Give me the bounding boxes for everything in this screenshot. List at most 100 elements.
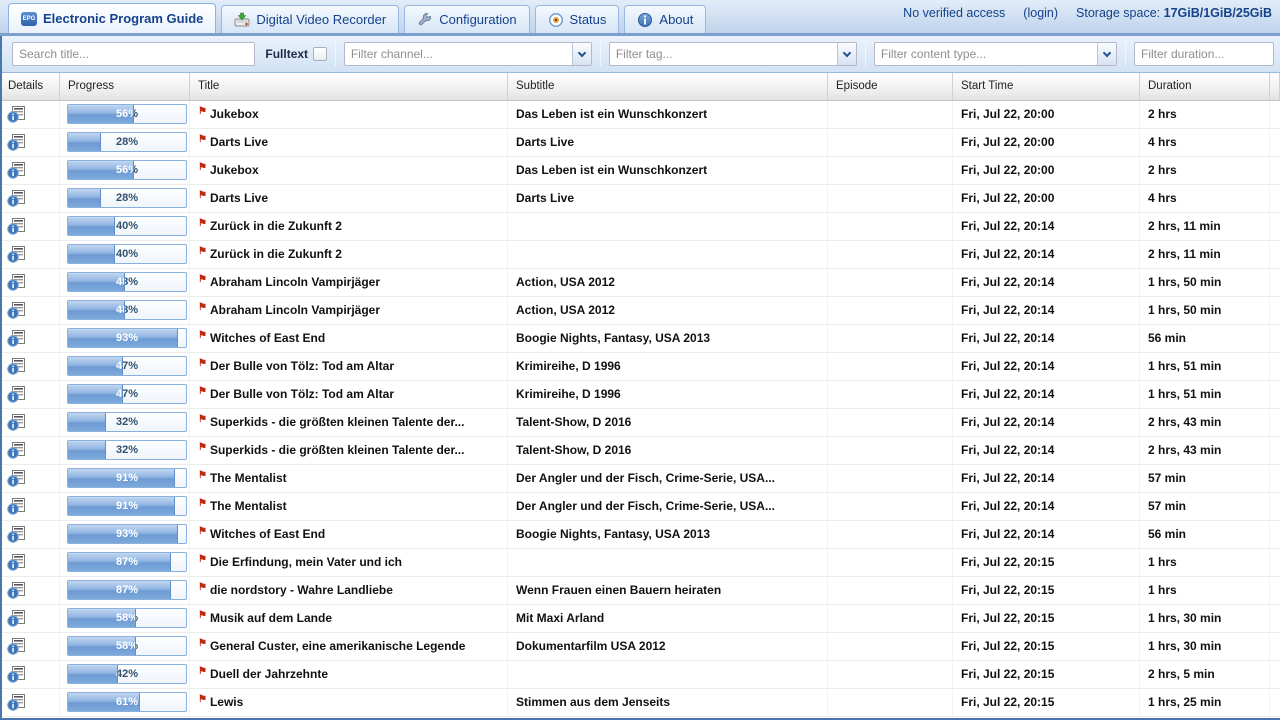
- tab-status[interactable]: Status: [535, 5, 620, 33]
- filter-tag-input[interactable]: [610, 43, 842, 65]
- search-title-input[interactable]: [12, 42, 255, 66]
- tab-digital-video-recorder[interactable]: Digital Video Recorder: [221, 5, 399, 33]
- epg-row[interactable]: 58% 58% ⚑Musik auf dem Lande Mit Maxi Ar…: [0, 605, 1280, 633]
- details-info-icon[interactable]: [7, 246, 26, 263]
- programme-title: Superkids - die größten kleinen Talente …: [210, 443, 465, 457]
- duration-cell: 1 hrs, 51 min: [1140, 353, 1270, 380]
- details-info-icon[interactable]: [7, 358, 26, 375]
- column-header-title[interactable]: Title: [190, 73, 508, 100]
- start-time-cell: Fri, Jul 22, 20:15: [953, 605, 1140, 632]
- epg-row[interactable]: 93% 93% ⚑Witches of East End Boogie Nigh…: [0, 325, 1280, 353]
- progress-percent-label-overlay: 58%: [68, 637, 136, 655]
- duration-cell: 2 hrs: [1140, 101, 1270, 128]
- epg-row[interactable]: 87% 87% ⚑Die Erfindung, mein Vater und i…: [0, 549, 1280, 577]
- epg-row[interactable]: 32% 32% ⚑Superkids - die größten kleinen…: [0, 409, 1280, 437]
- epg-row[interactable]: 48% 48% ⚑Abraham Lincoln Vampirjäger Act…: [0, 269, 1280, 297]
- content-type-dropdown-trigger[interactable]: [1097, 43, 1116, 65]
- start-time-cell: Fri, Jul 22, 20:14: [953, 325, 1140, 352]
- column-header-duration[interactable]: Duration: [1140, 73, 1270, 100]
- epg-row[interactable]: 42% 42% ⚑Duell der Jahrzehnte Fri, Jul 2…: [0, 661, 1280, 689]
- episode-cell: [828, 213, 953, 240]
- epg-row[interactable]: 48% 48% ⚑Abraham Lincoln Vampirjäger Act…: [0, 297, 1280, 325]
- programme-title: die nordstory - Wahre Landliebe: [210, 583, 393, 597]
- start-time-cell: Fri, Jul 22, 20:00: [953, 185, 1140, 212]
- subtitle-cell: Darts Live: [508, 185, 828, 212]
- login-link[interactable]: (login): [1023, 6, 1058, 20]
- details-info-icon[interactable]: [7, 442, 26, 459]
- epg-application: EPG Electronic Program Guide Digital Vid…: [0, 0, 1280, 720]
- progress-bar-fill: 58%: [68, 637, 136, 655]
- epg-row[interactable]: 87% 87% ⚑die nordstory - Wahre Landliebe…: [0, 577, 1280, 605]
- filler-cell: [1270, 185, 1280, 212]
- details-info-icon[interactable]: [7, 330, 26, 347]
- details-info-icon[interactable]: [7, 582, 26, 599]
- channel-dropdown-trigger[interactable]: [572, 43, 591, 65]
- details-info-icon[interactable]: [7, 274, 26, 291]
- details-info-icon[interactable]: [7, 610, 26, 627]
- column-header-progress[interactable]: Progress: [60, 73, 190, 100]
- subtitle-cell: Stimmen aus dem Jenseits: [508, 689, 828, 716]
- topbar-right: No verified access (login) Storage space…: [903, 0, 1272, 33]
- epg-row[interactable]: 47% 47% ⚑Der Bulle von Tölz: Tod am Alta…: [0, 353, 1280, 381]
- epg-row[interactable]: 61% 61% ⚑Lewis Stimmen aus dem Jenseits …: [0, 689, 1280, 717]
- details-info-icon[interactable]: [7, 414, 26, 431]
- epg-row[interactable]: 47% 47% ⚑Der Bulle von Tölz: Tod am Alta…: [0, 381, 1280, 409]
- details-info-icon[interactable]: [7, 638, 26, 655]
- epg-row[interactable]: 56% 56% ⚑Jukebox Das Leben ist ein Wunsc…: [0, 157, 1280, 185]
- filler-cell: [1270, 129, 1280, 156]
- tab-about[interactable]: About: [624, 5, 706, 33]
- epg-row[interactable]: 28% 28% ⚑Darts Live Darts Live Fri, Jul …: [0, 129, 1280, 157]
- epg-row[interactable]: 93% 93% ⚑Witches of East End Boogie Nigh…: [0, 521, 1280, 549]
- fulltext-checkbox[interactable]: [313, 47, 327, 61]
- progress-cell: 40% 40%: [60, 213, 190, 240]
- details-info-icon[interactable]: [7, 554, 26, 571]
- progress-bar: 47% 47%: [67, 384, 187, 404]
- column-header-episode[interactable]: Episode: [828, 73, 953, 100]
- epg-row[interactable]: 28% 28% ⚑Darts Live Darts Live Fri, Jul …: [0, 185, 1280, 213]
- progress-bar: 61% 61%: [67, 692, 187, 712]
- filter-duration-input[interactable]: [1134, 42, 1274, 66]
- start-time-cell: Fri, Jul 22, 20:14: [953, 297, 1140, 324]
- duration-cell: 2 hrs: [1140, 157, 1270, 184]
- details-info-icon[interactable]: [7, 134, 26, 151]
- details-info-icon[interactable]: [7, 498, 26, 515]
- details-info-icon[interactable]: [7, 694, 26, 711]
- start-time-cell: Fri, Jul 22, 20:14: [953, 493, 1140, 520]
- details-info-icon[interactable]: [7, 302, 26, 319]
- epg-row[interactable]: 91% 91% ⚑The Mentalist Der Angler und de…: [0, 493, 1280, 521]
- details-info-icon[interactable]: [7, 106, 26, 123]
- programme-title: Witches of East End: [210, 527, 325, 541]
- column-header-subtitle[interactable]: Subtitle: [508, 73, 828, 100]
- progress-bar: 28% 28%: [67, 188, 187, 208]
- column-header-start-time[interactable]: Start Time: [953, 73, 1140, 100]
- storage-space-value: 17GiB/1GiB/25GiB: [1164, 6, 1272, 20]
- epg-row[interactable]: 91% 91% ⚑The Mentalist Der Angler und de…: [0, 465, 1280, 493]
- epg-row[interactable]: 40% 40% ⚑Zurück in die Zukunft 2 Fri, Ju…: [0, 213, 1280, 241]
- tag-dropdown-trigger[interactable]: [837, 43, 856, 65]
- column-header-details[interactable]: Details: [0, 73, 60, 100]
- subtitle-cell: Dokumentarfilm USA 2012: [508, 633, 828, 660]
- tab-electronic-program-guide[interactable]: EPG Electronic Program Guide: [8, 3, 216, 33]
- details-info-icon[interactable]: [7, 218, 26, 235]
- details-info-icon[interactable]: [7, 470, 26, 487]
- details-info-icon[interactable]: [7, 386, 26, 403]
- details-info-icon[interactable]: [7, 190, 26, 207]
- progress-percent-label-overlay: 28%: [68, 133, 101, 151]
- filter-channel-input[interactable]: [345, 43, 577, 65]
- filter-toolbar: Fulltext: [0, 36, 1280, 73]
- epg-row[interactable]: 58% 58% ⚑General Custer, eine amerikanis…: [0, 633, 1280, 661]
- epg-row[interactable]: 56% 56% ⚑Jukebox Das Leben ist ein Wunsc…: [0, 101, 1280, 129]
- details-info-icon[interactable]: [7, 526, 26, 543]
- details-cell: [0, 521, 60, 548]
- episode-cell: [828, 465, 953, 492]
- tab-label: Electronic Program Guide: [43, 11, 203, 26]
- progress-percent-label-overlay: 32%: [68, 441, 106, 459]
- filter-content-type-input[interactable]: [875, 43, 1102, 65]
- details-info-icon[interactable]: [7, 162, 26, 179]
- details-info-icon[interactable]: [7, 666, 26, 683]
- tab-configuration[interactable]: Configuration: [404, 5, 529, 33]
- epg-row[interactable]: 40% 40% ⚑Zurück in die Zukunft 2 Fri, Ju…: [0, 241, 1280, 269]
- grid-header: Details Progress Title Subtitle Episode …: [0, 73, 1280, 101]
- epg-row[interactable]: 32% 32% ⚑Superkids - die größten kleinen…: [0, 437, 1280, 465]
- start-time-cell: Fri, Jul 22, 20:00: [953, 129, 1140, 156]
